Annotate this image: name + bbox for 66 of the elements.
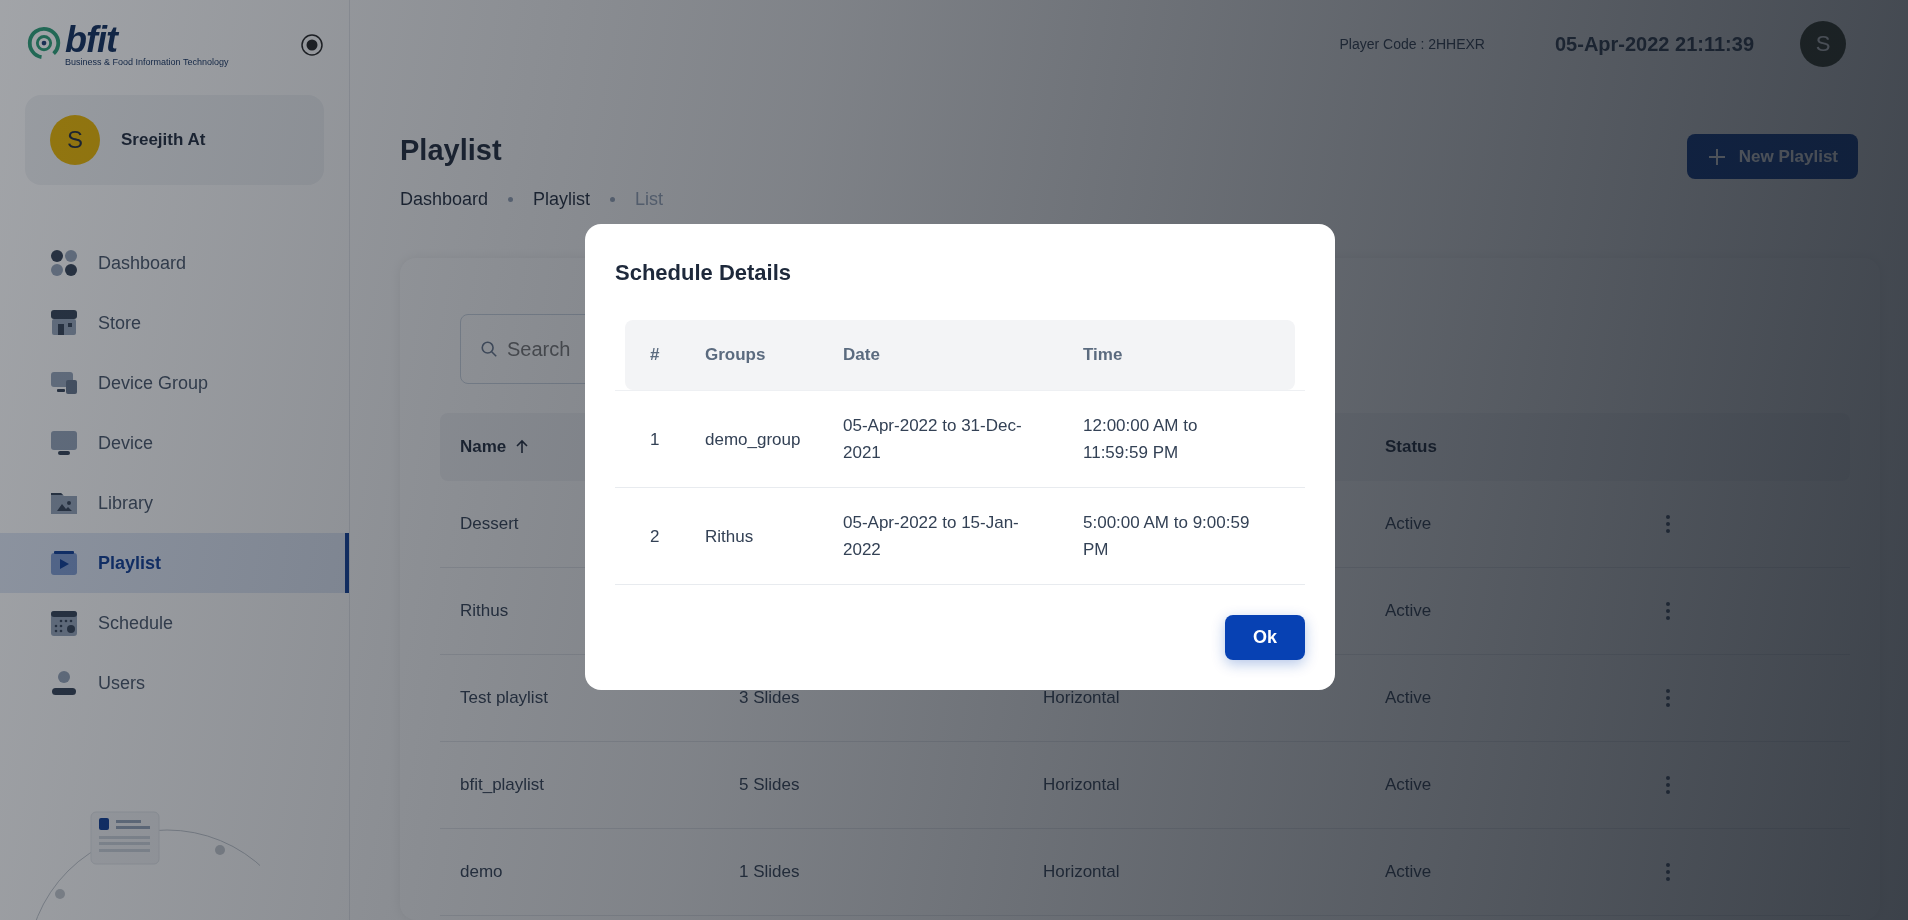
dialog-title: Schedule Details: [615, 260, 793, 286]
play-icon: [50, 549, 78, 577]
more-menu-icon[interactable]: [1665, 601, 1671, 621]
table-cell: Rithus: [460, 601, 509, 620]
user-avatar: S: [50, 115, 100, 165]
breadcrumb-separator: [508, 197, 514, 202]
table-cell-text: 5:00:00 AM to 9:00:59 PM: [1083, 512, 1251, 561]
table-cell-text: 05-Apr-2022 to 15-Jan-2022: [843, 512, 1020, 561]
sidebar-item[interactable]: Playlist: [0, 533, 349, 593]
more-menu-icon[interactable]: [1665, 514, 1671, 534]
table-cell: 1 Slides: [739, 862, 800, 881]
sidebar-item[interactable]: Dashboard: [0, 233, 349, 293]
table-cell: Horizontal: [1043, 688, 1120, 707]
table-cell-text: 12:00:00 AM to 11:59:59 PM: [1083, 415, 1199, 464]
table-cell: Active: [1385, 688, 1432, 707]
table-cell-text: demo_group: [705, 428, 802, 451]
table-cell-text: Rithus: [705, 525, 755, 548]
dashboard-icon: [50, 249, 78, 277]
sidebar-item[interactable]: Library: [0, 473, 349, 533]
page-title: Playlist: [400, 134, 503, 167]
table-cell: 5 Slides: [739, 775, 800, 794]
table-cell-text: 1: [649, 428, 661, 451]
monitor-icon: [50, 429, 78, 457]
more-menu-icon[interactable]: [1665, 862, 1671, 882]
profile-card[interactable]: S Sreejith At: [25, 95, 324, 185]
sidebar-item[interactable]: Device: [0, 413, 349, 473]
brand-tagline: Business & Food Information Technology: [65, 57, 229, 67]
table-cell: Active: [1385, 775, 1432, 794]
table-cell: Horizontal: [1043, 775, 1120, 794]
table-cell-text: 2: [649, 525, 661, 548]
column-header: Status: [1385, 437, 1437, 456]
brand-name: bfit: [65, 23, 119, 57]
column-header: Date: [843, 345, 881, 365]
column-header: Time: [1083, 345, 1124, 365]
user-icon: [50, 669, 78, 697]
table-cell: Active: [1385, 862, 1432, 881]
sidebar-item[interactable]: Store: [0, 293, 349, 353]
breadcrumb-separator: [610, 197, 616, 202]
table-cell: bfit_playlist: [460, 775, 545, 794]
devices-icon: [50, 369, 78, 397]
column-header[interactable]: Name: [460, 437, 507, 457]
user-name: Sreejith At: [121, 130, 206, 150]
store-icon: [50, 309, 78, 337]
ok-button[interactable]: Ok: [1225, 615, 1305, 660]
sidebar-item[interactable]: Device Group: [0, 353, 349, 413]
search-icon: [480, 340, 498, 358]
table-cell: Dessert: [460, 514, 519, 533]
table-cell: Active: [1385, 514, 1432, 533]
theme-toggle-icon[interactable]: [300, 33, 324, 57]
table-cell: Horizontal: [1043, 862, 1120, 881]
breadcrumb-link[interactable]: Dashboard: [400, 189, 489, 210]
column-header: Groups: [705, 345, 767, 365]
column-header: #: [649, 345, 661, 365]
more-menu-icon[interactable]: [1665, 688, 1671, 708]
table-cell: 3 Slides: [739, 688, 800, 707]
table-cell-text: 05-Apr-2022 to 31-Dec-2021: [843, 415, 1023, 464]
calendar-icon: [50, 609, 78, 637]
plus-icon: [1706, 146, 1727, 167]
table-cell: demo: [460, 862, 503, 881]
table-cell: Test playlist: [460, 688, 548, 707]
more-menu-icon[interactable]: [1665, 775, 1671, 795]
sidebar-item[interactable]: Schedule: [0, 593, 349, 653]
table-cell: Active: [1385, 601, 1432, 620]
breadcrumb-link[interactable]: Playlist: [533, 189, 591, 210]
player-code: Player Code : 2HHEXR: [1339, 36, 1485, 52]
sidebar-item[interactable]: Users: [0, 653, 349, 713]
